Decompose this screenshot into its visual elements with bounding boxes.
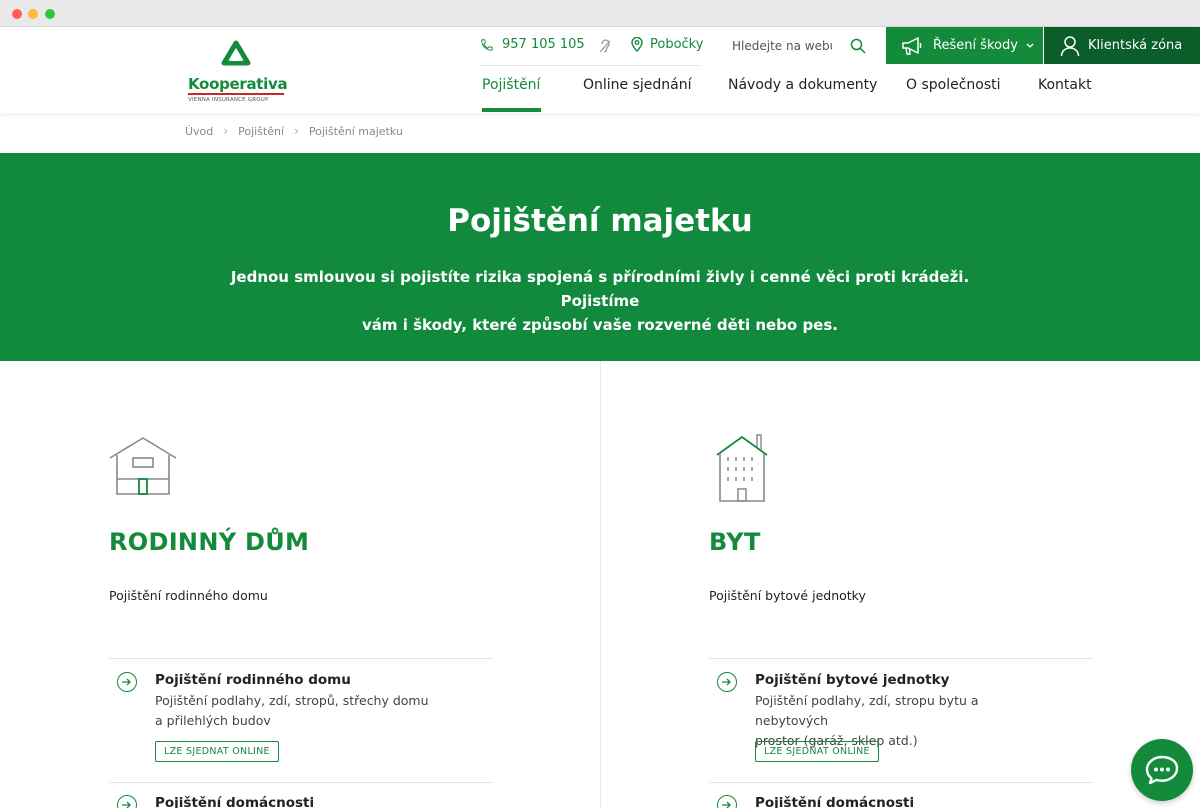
search-icon[interactable] bbox=[850, 38, 866, 54]
breadcrumb-item-uvod[interactable]: Úvod bbox=[185, 125, 213, 138]
breadcrumb: Úvod › Pojištění › Pojištění majetku bbox=[185, 124, 403, 138]
megaphone-icon bbox=[902, 36, 922, 55]
category-rodinny-dum: RODINNÝ DŮM Pojištění rodinného domu Poj… bbox=[0, 361, 600, 808]
arrow-right-circle-icon[interactable] bbox=[117, 795, 137, 808]
phone-icon bbox=[481, 38, 493, 51]
nav-item-o-spolecnosti[interactable]: O společnosti bbox=[906, 77, 1001, 93]
kooperativa-logo[interactable]: Kooperativa VIENNA INSURANCE GROUP bbox=[186, 39, 288, 103]
chevron-down-icon bbox=[1026, 43, 1034, 48]
branches-link[interactable]: Pobočky bbox=[631, 37, 703, 52]
active-nav-indicator bbox=[482, 108, 541, 112]
category-byt: BYT Pojištění bytové jednotky Pojištění … bbox=[600, 361, 1200, 808]
claims-button[interactable]: Řešení škody bbox=[886, 27, 1043, 64]
maximize-window-button[interactable] bbox=[45, 9, 55, 19]
category-title[interactable]: RODINNÝ DŮM bbox=[109, 528, 309, 556]
nav-item-navody-a-dokumenty[interactable]: Návody a dokumenty bbox=[728, 77, 877, 93]
phone-number: 957 105 105 bbox=[502, 37, 585, 52]
nav-item-kontakt[interactable]: Kontakt bbox=[1038, 77, 1092, 93]
hero-banner: Pojištění majetku Jednou smlouvou si poj… bbox=[0, 153, 1200, 361]
logo-wordmark: Kooperativa bbox=[188, 75, 288, 93]
breadcrumb-item-pojisteni[interactable]: Pojištění bbox=[238, 125, 284, 138]
arrow-right-circle-icon[interactable] bbox=[717, 795, 737, 808]
chevron-right-icon: › bbox=[223, 124, 229, 138]
category-subtitle: Pojištění rodinného domu bbox=[109, 588, 268, 603]
apartment-building-icon bbox=[716, 434, 768, 502]
hearing-impaired-link[interactable] bbox=[598, 38, 612, 58]
user-icon bbox=[1060, 35, 1080, 56]
item-divider bbox=[109, 658, 493, 659]
chat-button[interactable] bbox=[1131, 739, 1193, 801]
client-zone-label: Klientská zóna bbox=[1088, 38, 1183, 53]
page-title: Pojištění majetku bbox=[447, 203, 753, 239]
window-titlebar bbox=[0, 0, 1200, 27]
breadcrumb-item-current: Pojištění majetku bbox=[308, 124, 403, 138]
product-description: Pojištění podlahy, zdí, stropů, střechy … bbox=[155, 691, 445, 731]
product-description-line-2: a přilehlých budov bbox=[155, 713, 271, 728]
product-title[interactable]: Pojištění bytové jednotky bbox=[755, 672, 949, 688]
site-search bbox=[732, 35, 866, 57]
search-input[interactable] bbox=[732, 39, 832, 53]
product-title[interactable]: Pojištění domácnosti bbox=[155, 795, 314, 808]
branches-label: Pobočky bbox=[650, 37, 704, 52]
site-header: Kooperativa VIENNA INSURANCE GROUP 957 1… bbox=[0, 27, 1200, 113]
logo-red-line bbox=[188, 93, 284, 95]
arrow-right-circle-icon[interactable] bbox=[717, 672, 737, 692]
ear-icon bbox=[599, 39, 611, 53]
product-title[interactable]: Pojištění domácnosti bbox=[755, 795, 914, 808]
item-divider bbox=[709, 782, 1093, 783]
hero-description-line-1: Jednou smlouvou si pojistíte rizika spoj… bbox=[230, 268, 970, 310]
chat-bubble-icon bbox=[1145, 755, 1179, 785]
item-divider bbox=[709, 658, 1093, 659]
utility-divider bbox=[480, 65, 700, 66]
item-divider bbox=[109, 782, 493, 783]
arrow-right-circle-icon[interactable] bbox=[117, 672, 137, 692]
nav-item-pojisteni[interactable]: Pojištění bbox=[482, 77, 540, 93]
logo-tagline: VIENNA INSURANCE GROUP bbox=[188, 97, 269, 103]
phone-link[interactable]: 957 105 105 bbox=[480, 37, 585, 52]
hero-description: Jednou smlouvou si pojistíte rizika spoj… bbox=[230, 265, 970, 337]
logo-mark-icon bbox=[221, 40, 251, 66]
location-pin-icon bbox=[631, 37, 643, 52]
category-subtitle: Pojištění bytové jednotky bbox=[709, 588, 866, 603]
category-title[interactable]: BYT bbox=[709, 528, 761, 556]
client-zone-button[interactable]: Klientská zóna bbox=[1044, 27, 1200, 64]
product-description-line-1: Pojištění podlahy, zdí, stropů, střechy … bbox=[155, 693, 429, 708]
claims-label: Řešení škody bbox=[933, 38, 1018, 53]
chevron-right-icon: › bbox=[294, 124, 299, 138]
close-window-button[interactable] bbox=[12, 9, 22, 19]
online-badge[interactable]: LZE SJEDNAT ONLINE bbox=[155, 741, 279, 762]
nav-item-online-sjednani[interactable]: Online sjednání bbox=[583, 77, 692, 93]
product-title[interactable]: Pojištění rodinného domu bbox=[155, 672, 351, 688]
minimize-window-button[interactable] bbox=[28, 9, 38, 19]
hero-description-line-2: vám i škody, které způsobí vaše rozverné… bbox=[362, 316, 838, 334]
house-icon bbox=[109, 437, 177, 495]
product-description-line-1: Pojištění podlahy, zdí, stropu bytu a ne… bbox=[755, 693, 979, 728]
online-badge[interactable]: LZE SJEDNAT ONLINE bbox=[755, 741, 879, 762]
